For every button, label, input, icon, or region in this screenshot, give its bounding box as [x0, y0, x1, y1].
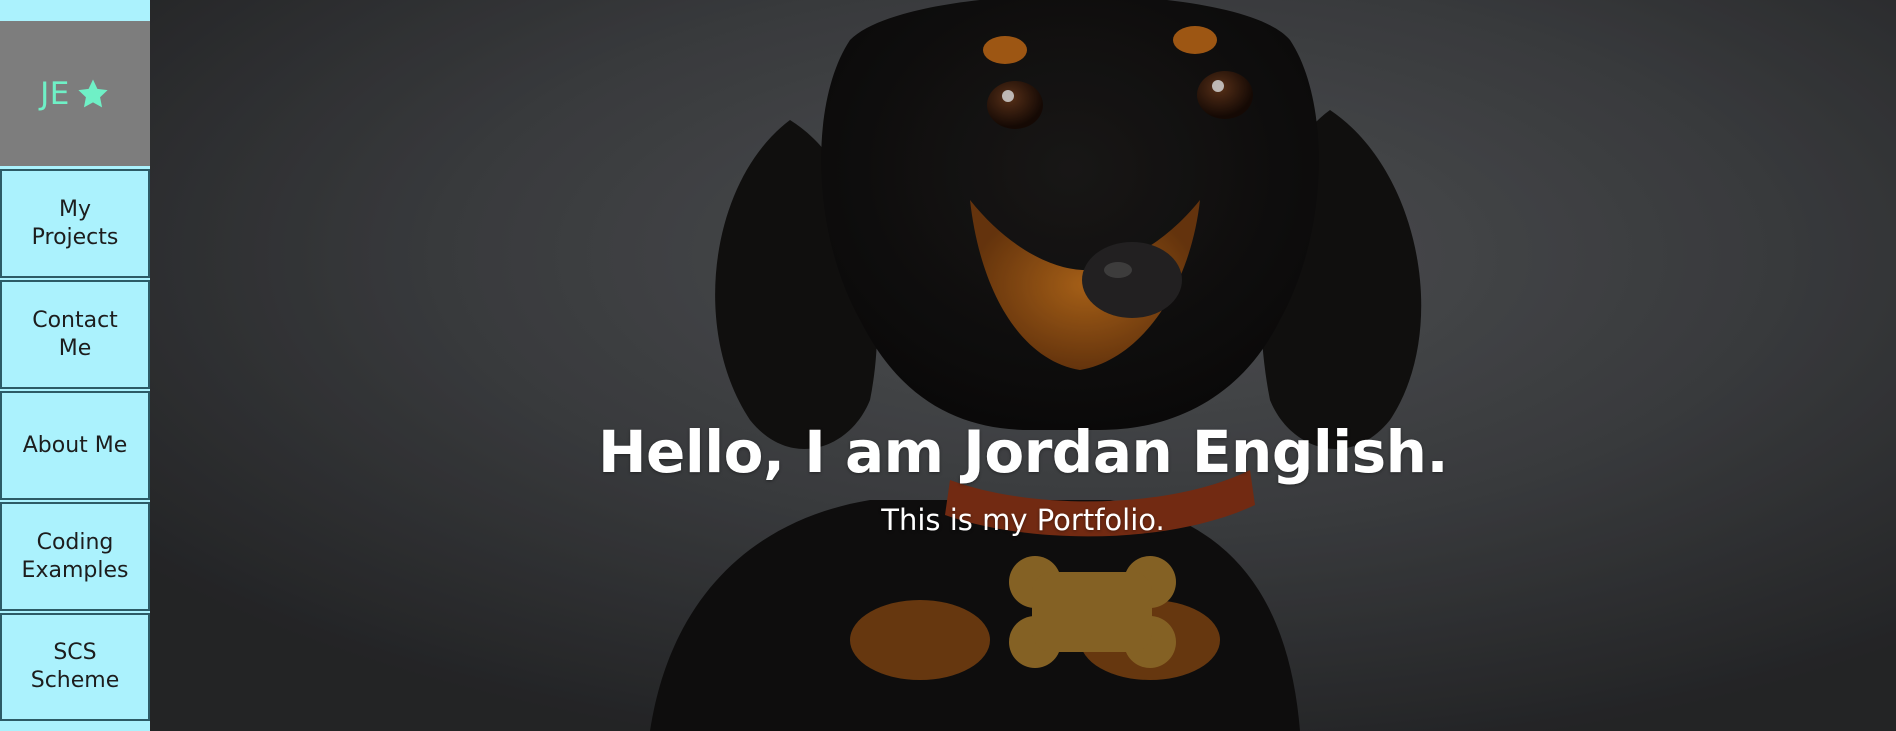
- nav-item-label: Contact Me: [32, 307, 118, 361]
- brand-initials: JE: [40, 75, 70, 112]
- hero-overlay: [150, 0, 1896, 731]
- nav-item-label: Coding Examples: [21, 529, 129, 583]
- nav-item-scs-scheme[interactable]: SCS Scheme: [0, 613, 150, 721]
- nav-item-contact-me[interactable]: Contact Me: [0, 280, 150, 389]
- brand-logo[interactable]: JE: [0, 21, 150, 166]
- nav-item-coding-examples[interactable]: Coding Examples: [0, 502, 150, 611]
- nav-item-label: About Me: [22, 432, 128, 458]
- sidebar: JE My Projects Contact Me About Me Codin…: [0, 0, 150, 731]
- sidebar-nav: My Projects Contact Me About Me Coding E…: [0, 169, 150, 723]
- hero-section: Hello, I am Jordan English. This is my P…: [150, 0, 1896, 731]
- hero-subtitle: This is my Portfolio.: [881, 503, 1165, 537]
- page: JE My Projects Contact Me About Me Codin…: [0, 0, 1896, 731]
- nav-item-my-projects[interactable]: My Projects: [0, 169, 150, 278]
- nav-item-label: SCS Scheme: [30, 640, 120, 693]
- nav-item-label: My Projects: [31, 196, 119, 250]
- nav-item-about-me[interactable]: About Me: [0, 391, 150, 500]
- hero-title: Hello, I am Jordan English.: [598, 418, 1448, 486]
- star-icon: [78, 79, 108, 107]
